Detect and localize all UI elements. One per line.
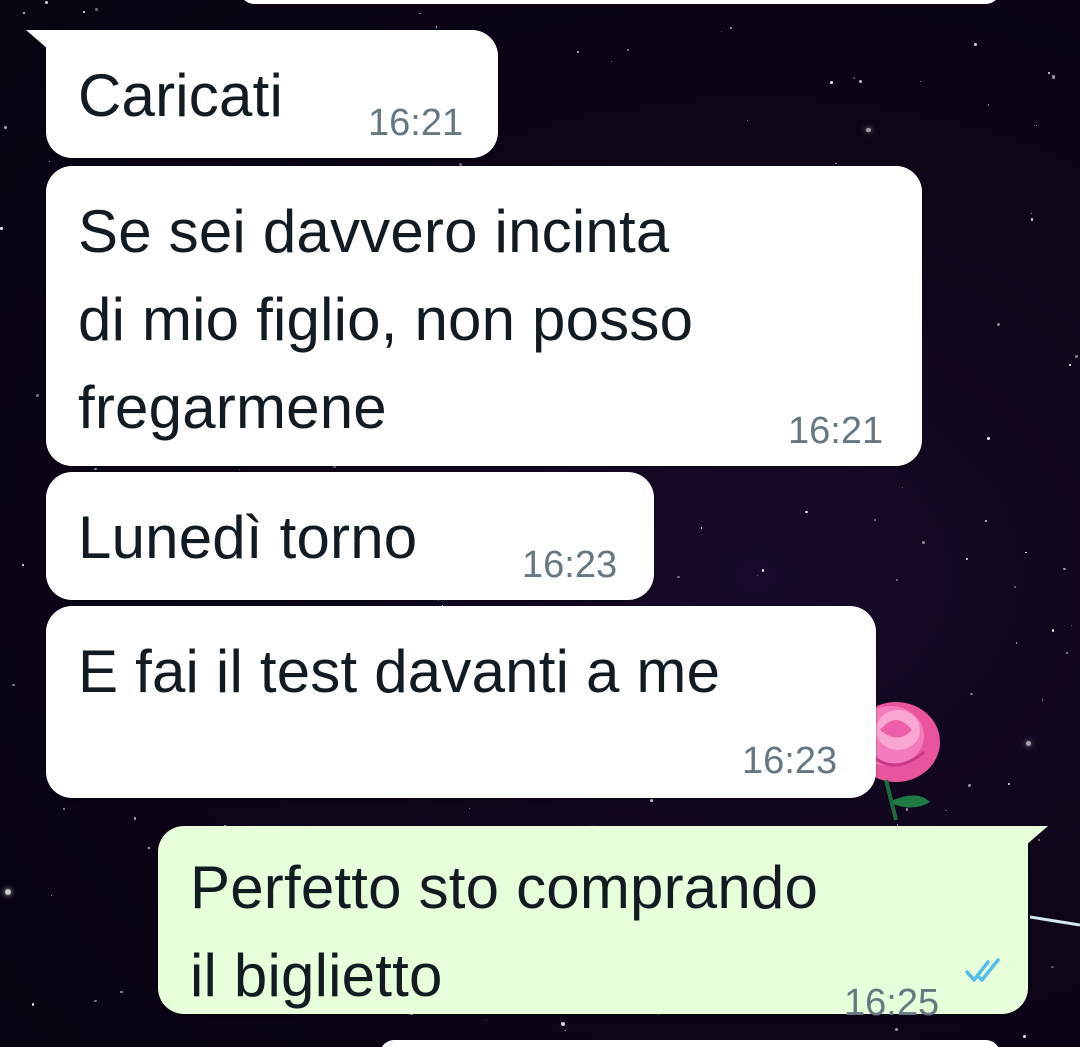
star-decoration — [626, 48, 629, 51]
star-decoration — [94, 999, 98, 1003]
star-decoration — [133, 817, 137, 820]
outgoing-message-bubble[interactable]: Perfetto sto comprando il biglietto 16:25 — [158, 826, 1048, 1024]
star-decoration — [1047, 72, 1050, 75]
star-decoration — [1030, 212, 1033, 215]
star-decoration — [0, 227, 3, 230]
star-decoration — [435, 26, 438, 28]
star-decoration — [1035, 124, 1037, 126]
star-decoration — [1063, 568, 1066, 571]
message-timestamp: 16:21 — [788, 410, 884, 452]
star-decoration — [746, 119, 748, 121]
star-decoration — [4, 126, 7, 129]
incoming-message-bubble[interactable]: Caricati 16:21 — [26, 30, 498, 158]
star-decoration — [1025, 551, 1027, 553]
star-decoration — [1026, 740, 1032, 746]
star-decoration — [50, 894, 52, 897]
star-decoration — [805, 510, 809, 514]
star-decoration — [895, 579, 898, 582]
star-decoration — [94, 467, 97, 470]
star-decoration — [577, 51, 579, 53]
star-decoration — [997, 323, 1000, 326]
message-timestamp: 16:21 — [368, 102, 464, 144]
star-decoration — [419, 12, 421, 14]
star-decoration — [1007, 782, 1011, 786]
star-decoration — [1052, 75, 1056, 79]
star-decoration — [730, 27, 732, 29]
incoming-message-bubble[interactable]: Lunedì torno 16:23 — [46, 472, 654, 600]
double-check-icon — [965, 958, 1000, 982]
star-decoration — [1015, 642, 1018, 644]
message-timestamp: 16:25 — [844, 982, 940, 1024]
star-decoration — [677, 576, 680, 579]
star-decoration — [859, 79, 863, 83]
incoming-message-bubble[interactable]: Se sei davvero incinta di mio figlio, no… — [46, 166, 922, 466]
star-decoration — [36, 394, 39, 397]
message-text: Se sei davvero incinta di mio figlio, no… — [78, 198, 694, 441]
star-decoration — [866, 127, 871, 133]
star-decoration — [985, 519, 988, 522]
star-decoration — [564, 1029, 567, 1032]
message-timestamp: 16:23 — [522, 544, 618, 586]
star-decoration — [120, 990, 123, 994]
star-decoration — [95, 8, 98, 11]
message-text: Perfetto sto comprando il biglietto — [190, 854, 819, 1009]
star-decoration — [901, 486, 903, 489]
star-decoration — [973, 42, 977, 46]
star-decoration — [610, 60, 613, 63]
star-decoration — [147, 846, 150, 849]
star-decoration — [1052, 629, 1055, 632]
rose-stem-decoration — [1030, 915, 1080, 927]
star-decoration — [720, 30, 723, 33]
star-decoration — [1014, 585, 1017, 589]
partial-message-bubble-top[interactable] — [240, 0, 1000, 4]
star-decoration — [238, 468, 240, 470]
star-decoration — [468, 807, 470, 810]
star-decoration — [31, 1003, 35, 1006]
star-decoration — [853, 76, 856, 80]
star-decoration — [922, 541, 926, 545]
star-decoration — [968, 783, 971, 787]
star-decoration — [48, 160, 51, 163]
star-decoration — [761, 569, 765, 572]
star-decoration — [63, 808, 66, 811]
star-decoration — [22, 564, 24, 566]
star-decoration — [23, 12, 26, 15]
star-decoration — [700, 527, 703, 529]
star-decoration — [650, 798, 653, 802]
star-decoration — [894, 1027, 898, 1031]
star-decoration — [919, 80, 922, 83]
partial-message-bubble-bottom[interactable] — [380, 1040, 1000, 1047]
message-timestamp: 16:23 — [742, 740, 838, 782]
star-decoration — [1022, 1035, 1026, 1039]
incoming-message-bubble[interactable]: E fai il test davanti a me 16:23 — [46, 606, 876, 798]
star-decoration — [5, 888, 12, 895]
star-decoration — [756, 574, 759, 577]
star-decoration — [1065, 652, 1068, 655]
star-decoration — [1030, 218, 1033, 221]
message-text: Lunedì torno — [78, 504, 418, 571]
star-decoration — [1075, 355, 1078, 358]
star-decoration — [969, 692, 973, 696]
star-decoration — [45, 1, 48, 5]
star-decoration — [835, 162, 837, 165]
bubble-tail — [1018, 826, 1048, 852]
message-text: Caricati — [78, 62, 283, 129]
star-decoration — [965, 557, 969, 561]
star-decoration — [987, 104, 990, 107]
star-decoration — [873, 519, 876, 522]
star-decoration — [561, 1021, 566, 1026]
bubble-tail — [26, 30, 56, 56]
star-decoration — [83, 10, 85, 13]
star-decoration — [12, 683, 15, 687]
message-text: E fai il test davanti a me — [78, 638, 721, 705]
star-decoration — [1068, 363, 1071, 366]
star-decoration — [830, 81, 833, 84]
star-decoration — [1041, 699, 1044, 701]
star-decoration — [1051, 965, 1054, 969]
star-decoration — [1070, 624, 1072, 626]
star-decoration — [987, 436, 991, 440]
